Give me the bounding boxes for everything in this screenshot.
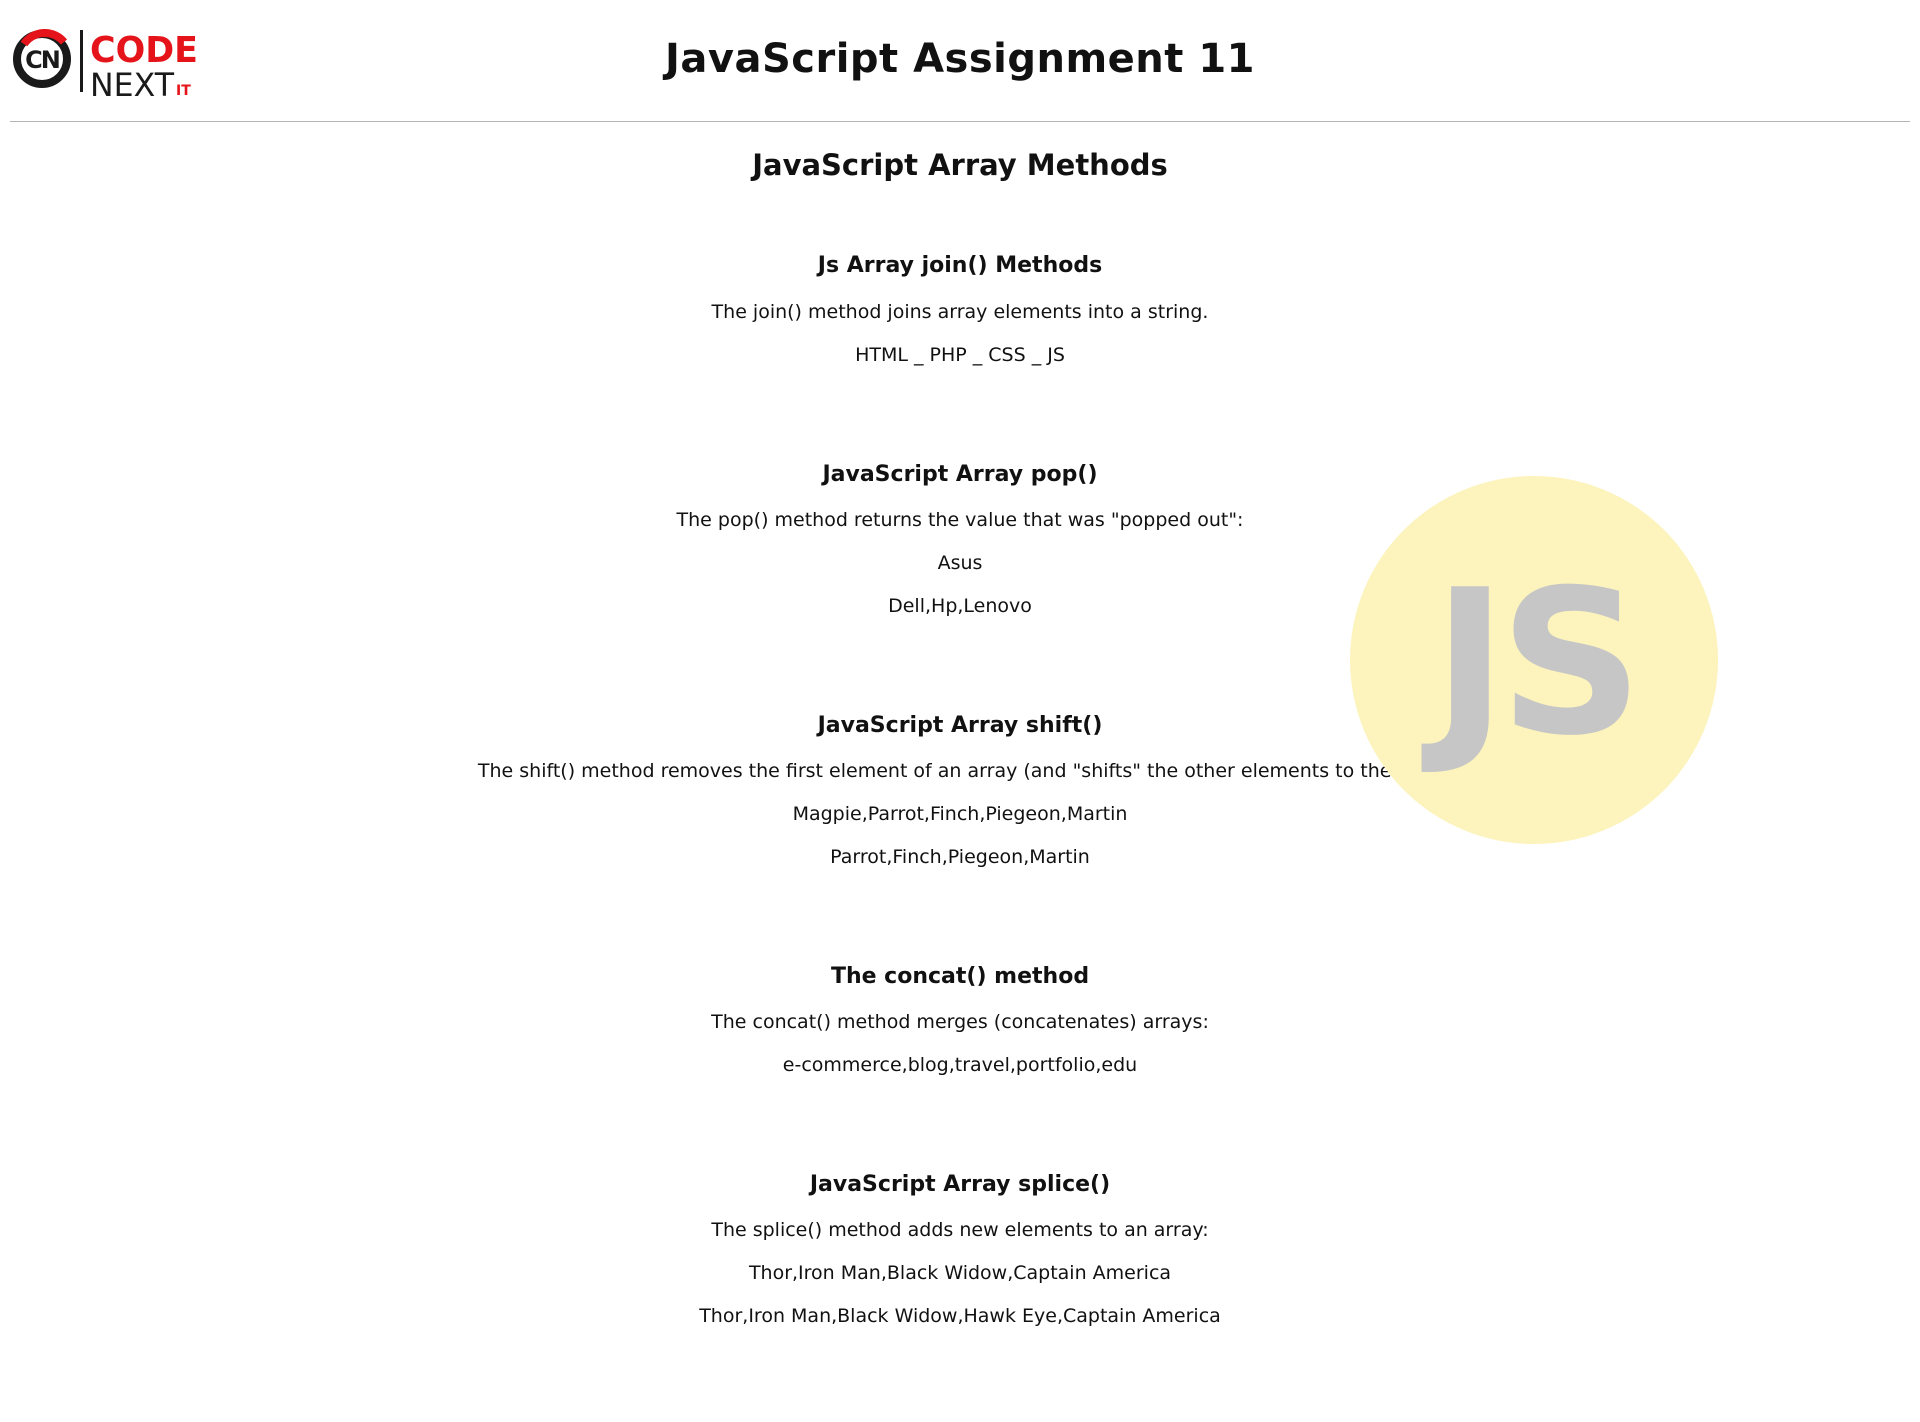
splice-output-original: Thor,Iron Man,Black Widow,Captain Americ… — [748, 1262, 1172, 1284]
js-logo-text: JS — [1432, 547, 1643, 780]
concat-heading: The concat() method — [830, 964, 1090, 989]
concat-output: e-commerce,blog,travel,portfolio,edu — [782, 1054, 1138, 1076]
splice-output-updated: Thor,Iron Man,Black Widow,Hawk Eye,Capta… — [699, 1305, 1221, 1327]
main-content: JavaScript Array Methods JS Js Array joi… — [0, 148, 1920, 1328]
splice-description: The splice() method adds new elements to… — [711, 1219, 1209, 1241]
join-description: The join() method joins array elements i… — [711, 301, 1209, 323]
join-heading: Js Array join() Methods — [817, 253, 1103, 278]
shift-output-shifted: Parrot,Finch,Piegeon,Martin — [830, 846, 1090, 868]
concat-description: The concat() method merges (concatenates… — [711, 1011, 1209, 1033]
concat-section: The concat() method The concat() method … — [0, 964, 1920, 1077]
js-logo-badge: JS — [1350, 476, 1718, 844]
splice-heading: JavaScript Array splice() — [809, 1172, 1111, 1197]
join-section: Js Array join() Methods The join() metho… — [0, 253, 1920, 367]
section-subtitle: JavaScript Array Methods — [752, 148, 1168, 182]
logo-suffix: IT — [176, 83, 191, 99]
join-output: HTML _ PHP _ CSS _ JS — [855, 344, 1065, 366]
page-header: CN CODE NEXT IT JavaScript Assignment 11 — [10, 0, 1910, 122]
page-title: JavaScript Assignment 11 — [665, 36, 1255, 82]
splice-section: JavaScript Array splice() The splice() m… — [0, 1172, 1920, 1328]
pop-heading: JavaScript Array pop() — [822, 462, 1098, 487]
